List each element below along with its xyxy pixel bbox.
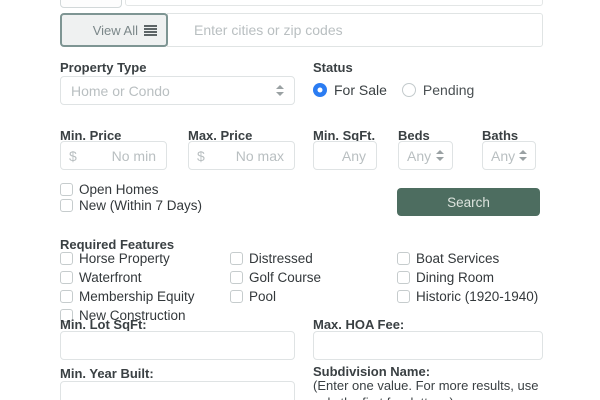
radio-unchecked-icon: [402, 83, 416, 97]
baths-value: Any: [491, 148, 515, 164]
beds-select[interactable]: Any: [398, 141, 453, 170]
checkbox-icon: [60, 271, 73, 284]
select-arrows-icon: [518, 150, 527, 161]
subdivision-helper-text: (Enter one value. For more results, use …: [313, 378, 549, 400]
min-price-placeholder: No min: [112, 148, 156, 164]
min-year-built-label: Min. Year Built:: [60, 366, 154, 381]
property-type-select[interactable]: Home or Condo: [60, 76, 295, 105]
city-search-input[interactable]: [167, 13, 543, 47]
currency-prefix: $: [69, 148, 77, 164]
feature-label: Pool: [249, 289, 276, 304]
features-column-1: Horse Property Waterfront Membership Equ…: [60, 251, 195, 323]
min-sqft-placeholder: Any: [342, 148, 366, 164]
checkbox-horse-property[interactable]: Horse Property: [60, 251, 195, 266]
pending-label: Pending: [423, 82, 474, 98]
min-lot-sqft-label: Min. Lot SqFt:: [60, 317, 147, 332]
checkbox-pool[interactable]: Pool: [230, 289, 321, 304]
checkbox-icon: [60, 183, 73, 196]
status-radio-group: For Sale Pending: [313, 82, 474, 98]
partial-top-input[interactable]: [125, 0, 543, 6]
max-price-input[interactable]: $ No max: [188, 141, 295, 170]
checkbox-waterfront[interactable]: Waterfront: [60, 270, 195, 285]
feature-label: Golf Course: [249, 270, 321, 285]
radio-for-sale[interactable]: For Sale: [313, 82, 387, 98]
checkbox-golf-course[interactable]: Golf Course: [230, 270, 321, 285]
max-hoa-fee-label: Max. HOA Fee:: [313, 317, 404, 332]
min-price-input[interactable]: $ No min: [60, 141, 167, 170]
required-features-label: Required Features: [60, 237, 174, 252]
checkbox-open-homes[interactable]: Open Homes: [60, 182, 159, 197]
checkbox-icon: [230, 271, 243, 284]
feature-label: Boat Services: [416, 251, 499, 266]
feature-label: Membership Equity: [79, 289, 195, 304]
currency-prefix: $: [197, 148, 205, 164]
checkbox-icon: [60, 290, 73, 303]
new-listings-label: New (Within 7 Days): [79, 198, 202, 213]
min-sqft-input[interactable]: Any: [313, 141, 377, 170]
min-lot-sqft-input[interactable]: [60, 331, 295, 360]
checkbox-icon: [397, 252, 410, 265]
radio-pending[interactable]: Pending: [402, 82, 474, 98]
feature-label: Waterfront: [79, 270, 142, 285]
checkbox-historic[interactable]: Historic (1920-1940): [397, 289, 538, 304]
menu-icon: [144, 25, 157, 36]
checkbox-icon: [230, 290, 243, 303]
checkbox-dining-room[interactable]: Dining Room: [397, 270, 538, 285]
view-all-button[interactable]: View All: [60, 13, 168, 47]
open-homes-label: Open Homes: [79, 182, 159, 197]
max-hoa-fee-input[interactable]: [313, 331, 543, 360]
property-type-label: Property Type: [60, 60, 146, 75]
beds-value: Any: [407, 148, 431, 164]
partial-top-tab[interactable]: [60, 0, 122, 8]
checkbox-distressed[interactable]: Distressed: [230, 251, 321, 266]
checkbox-icon: [397, 271, 410, 284]
search-form: View All Property Type Home or Condo Sta…: [0, 0, 600, 400]
feature-label: Historic (1920-1940): [416, 289, 538, 304]
select-arrows-icon: [435, 150, 444, 161]
checkbox-membership-equity[interactable]: Membership Equity: [60, 289, 195, 304]
select-arrows-icon: [275, 85, 284, 96]
feature-label: Horse Property: [79, 251, 170, 266]
property-type-value: Home or Condo: [71, 83, 170, 99]
search-button[interactable]: Search: [397, 188, 540, 216]
view-all-label: View All: [93, 23, 138, 38]
feature-label: Distressed: [249, 251, 313, 266]
subdivision-name-label: Subdivision Name:: [313, 364, 430, 379]
features-column-3: Boat Services Dining Room Historic (1920…: [397, 251, 538, 304]
status-label: Status: [313, 60, 353, 75]
checkbox-icon: [230, 252, 243, 265]
for-sale-label: For Sale: [334, 82, 387, 98]
checkbox-new-within-7-days[interactable]: New (Within 7 Days): [60, 198, 202, 213]
checkbox-icon: [60, 252, 73, 265]
checkbox-icon: [60, 199, 73, 212]
checkbox-icon: [397, 290, 410, 303]
max-price-placeholder: No max: [236, 148, 284, 164]
checkbox-boat-services[interactable]: Boat Services: [397, 251, 538, 266]
radio-checked-icon: [313, 83, 327, 97]
features-column-2: Distressed Golf Course Pool: [230, 251, 321, 304]
min-year-built-input[interactable]: [60, 381, 295, 400]
baths-select[interactable]: Any: [482, 141, 536, 170]
feature-label: Dining Room: [416, 270, 494, 285]
